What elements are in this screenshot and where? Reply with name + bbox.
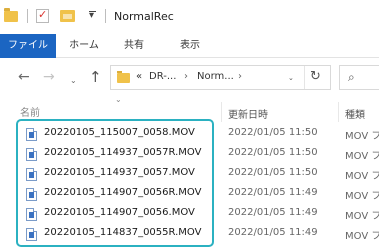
file-name[interactable]: 20220105_114937_0057.MOV [44, 167, 195, 178]
video-file-icon [26, 228, 37, 241]
refresh-icon[interactable]: ↻ [310, 69, 321, 84]
search-input[interactable]: ⌕ [339, 65, 379, 90]
column-date-modified[interactable]: 更新日時 [228, 106, 268, 121]
file-name[interactable]: 20220105_114907_0056.MOV [44, 207, 195, 218]
search-icon: ⌕ [348, 70, 355, 84]
toolbar-divider [27, 9, 28, 23]
file-name[interactable]: 20220105_115007_0058.MOV [44, 127, 195, 138]
breadcrumb-chevron-icon[interactable]: › [184, 71, 188, 82]
new-folder-icon[interactable] [60, 10, 75, 22]
address-bar[interactable]: « DR-... › Norm... › ⌄ ↻ [110, 65, 331, 90]
file-type: MOV フ [345, 211, 379, 222]
file-name[interactable]: 20220105_114937_0057R.MOV [44, 147, 201, 158]
file-date: 2022/01/05 11:50 [228, 127, 318, 138]
back-arrow-icon[interactable]: ← [18, 68, 30, 86]
file-name[interactable]: 20220105_114907_0056R.MOV [44, 187, 201, 198]
address-divider [304, 66, 305, 89]
file-date: 2022/01/05 11:50 [228, 147, 318, 158]
file-row[interactable]: 20220105_114907_0056R.MOV 2022/01/05 11:… [0, 184, 379, 204]
file-row[interactable]: 20220105_114937_0057R.MOV 2022/01/05 11:… [0, 144, 379, 164]
file-type: MOV フ [345, 151, 379, 162]
file-name[interactable]: 20220105_114837_0055R.MOV [44, 227, 201, 238]
column-divider[interactable] [338, 102, 339, 122]
breadcrumb-chevron-icon[interactable]: › [238, 71, 242, 82]
sort-chevron-icon: ⌄ [115, 95, 122, 104]
file-row[interactable]: 20220105_114837_0055R.MOV 2022/01/05 11:… [0, 224, 379, 244]
file-row[interactable]: 20220105_114937_0057.MOV 2022/01/05 11:5… [0, 164, 379, 184]
file-type: MOV フ [345, 171, 379, 182]
properties-check-icon[interactable] [36, 8, 49, 23]
file-date: 2022/01/05 11:49 [228, 207, 318, 218]
ribbon-tabs: ファイル ホーム 共有 表示 [0, 34, 379, 58]
customize-dropdown-icon[interactable]: ▾ [89, 10, 96, 21]
up-arrow-icon[interactable]: ↑ [89, 68, 102, 86]
tab-share[interactable]: 共有 [114, 34, 154, 58]
file-row[interactable]: 20220105_114907_0056.MOV 2022/01/05 11:4… [0, 204, 379, 224]
tab-home[interactable]: ホーム [64, 34, 104, 58]
forward-arrow-icon[interactable]: → [43, 68, 55, 86]
tab-file[interactable]: ファイル [0, 34, 56, 58]
address-overflow[interactable]: « [136, 71, 142, 82]
video-file-icon [26, 168, 37, 181]
video-file-icon [26, 128, 37, 141]
column-type[interactable]: 種類 [345, 106, 365, 121]
column-divider[interactable] [221, 102, 222, 122]
recent-locations-chevron-icon[interactable]: ⌄ [70, 72, 77, 90]
file-type: MOV フ [345, 191, 379, 202]
address-dropdown-icon[interactable]: ⌄ [288, 74, 294, 82]
folder-icon[interactable] [4, 8, 18, 22]
file-date: 2022/01/05 11:49 [228, 187, 318, 198]
column-header-row: ⌄ 名前 更新日時 種類 [0, 95, 379, 124]
video-file-icon [26, 208, 37, 221]
file-date: 2022/01/05 11:50 [228, 167, 318, 178]
tab-view[interactable]: 表示 [170, 34, 210, 58]
toolbar-divider [105, 9, 106, 23]
folder-icon [117, 71, 130, 83]
file-type: MOV フ [345, 231, 379, 242]
file-date: 2022/01/05 11:49 [228, 227, 318, 238]
video-file-icon [26, 148, 37, 161]
breadcrumb-dr[interactable]: DR-... [149, 71, 176, 82]
navigation-bar: ← → ⌄ ↑ « DR-... › Norm... › ⌄ ↻ ⌕ [0, 58, 379, 98]
video-file-icon [26, 188, 37, 201]
title-bar: ▾ NormalRec [0, 0, 379, 34]
window-title: NormalRec [114, 10, 174, 23]
column-name[interactable]: 名前 [20, 104, 40, 119]
file-type: MOV フ [345, 131, 379, 142]
file-row[interactable]: 20220105_115007_0058.MOV 2022/01/05 11:5… [0, 124, 379, 144]
breadcrumb-normal[interactable]: Norm... [197, 71, 234, 82]
